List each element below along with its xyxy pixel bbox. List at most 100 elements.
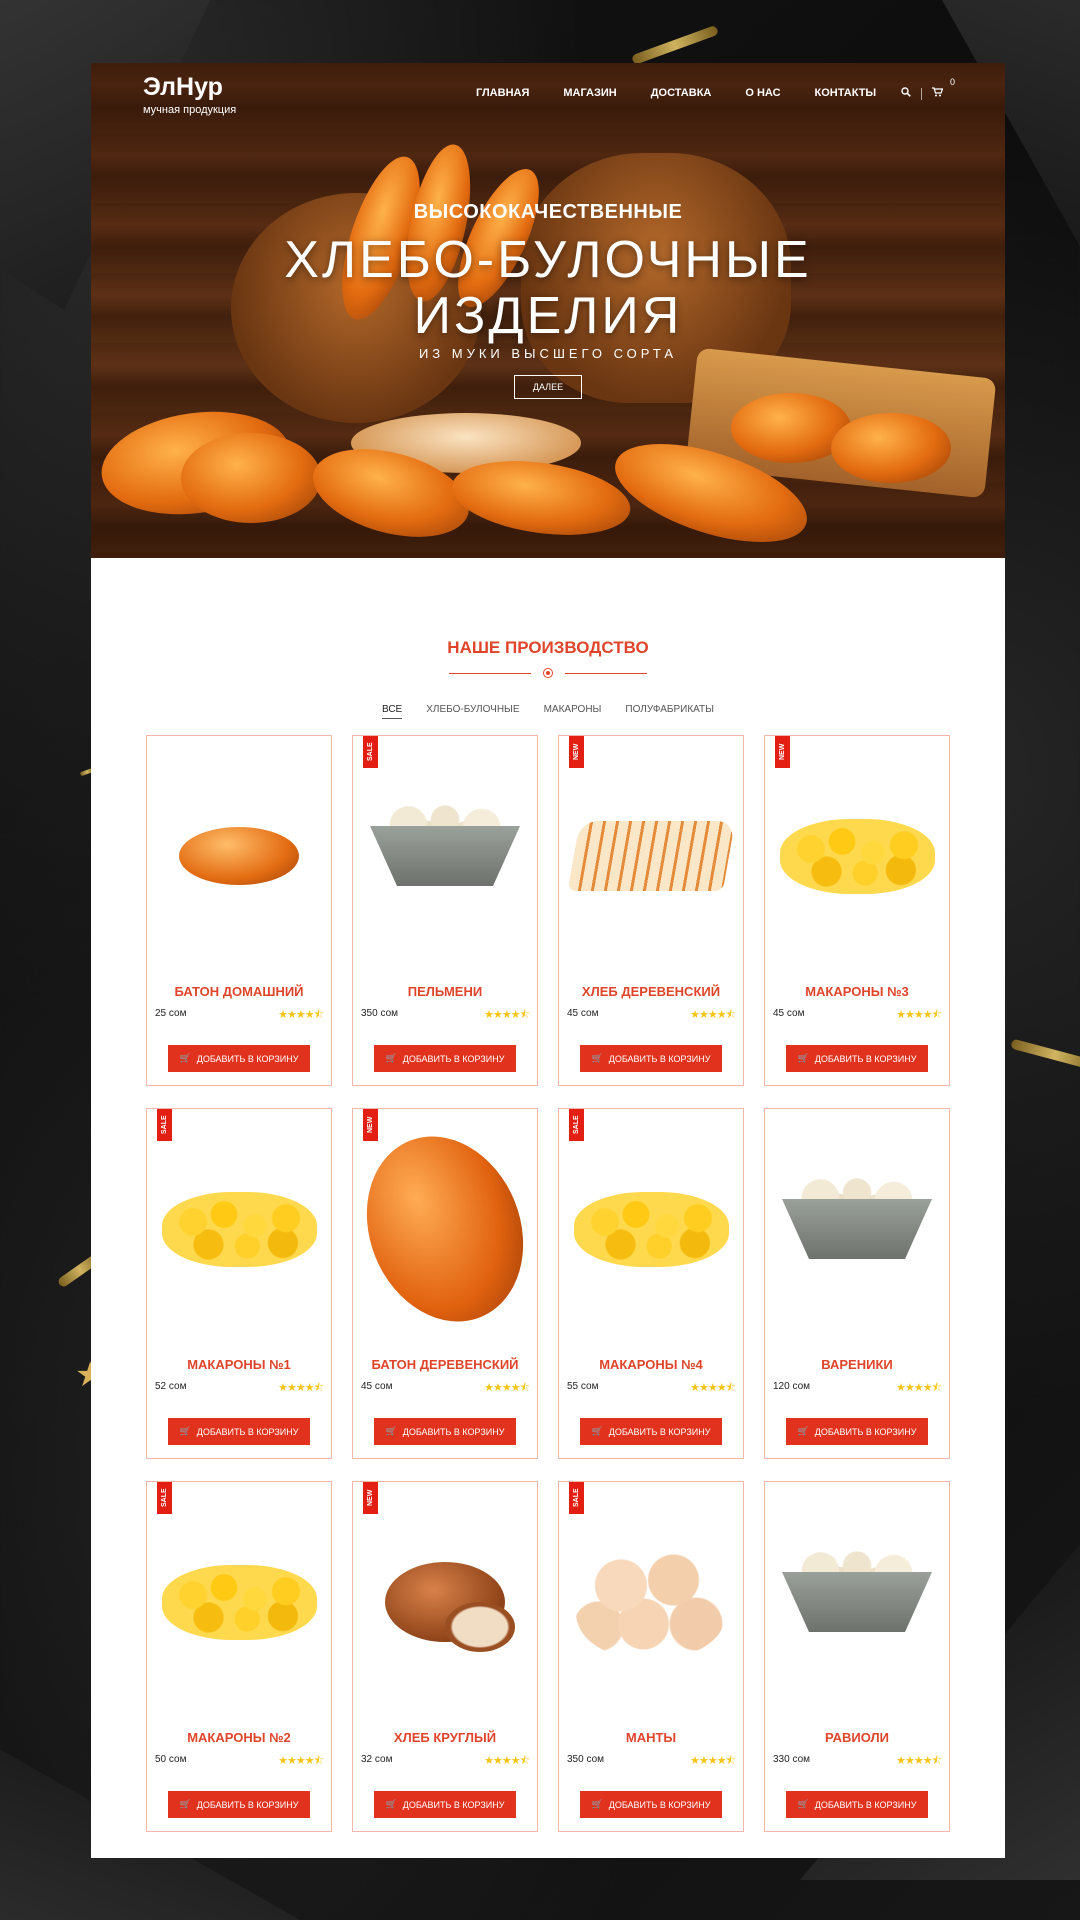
add-to-cart-button[interactable]: 🛒 ДОБАВИТЬ В КОРЗИНУ xyxy=(786,1791,928,1818)
product-price: 55 сом xyxy=(567,1381,599,1392)
add-to-cart-button[interactable]: 🛒 ДОБАВИТЬ В КОРЗИНУ xyxy=(786,1045,928,1072)
add-to-cart-button[interactable]: 🛒 ДОБАВИТЬ В КОРЗИНУ xyxy=(168,1791,310,1818)
add-to-cart-label: ДОБАВИТЬ В КОРЗИНУ xyxy=(196,1053,299,1064)
nav-item-shop[interactable]: МАГАЗИН xyxy=(563,87,616,99)
cart-icon: 🛒 xyxy=(179,1799,191,1809)
product-card[interactable]: SALE МАНТЫ 350 сом ★★★★⯪ 🛒 ДОБАВИТЬ В КОРЗИНУ xyxy=(558,1481,744,1832)
rating-stars-icon: ★★★★⯪ xyxy=(484,1009,530,1021)
rating-stars-icon: ★★★★⯪ xyxy=(690,1382,736,1394)
divider xyxy=(921,87,922,100)
product-name[interactable]: ВАРЕНИКИ xyxy=(765,1357,949,1372)
product-name[interactable]: МАКАРОНЫ №2 xyxy=(147,1730,331,1745)
hero-text: ВЫСОКОКАЧЕСТВЕННЫЕ ХЛЕБО-БУЛОЧНЫЕ ИЗДЕЛИ… xyxy=(91,201,1005,399)
hero-more-button[interactable]: ДАЛЕЕ xyxy=(513,375,583,399)
add-to-cart-label: ДОБАВИТЬ В КОРЗИНУ xyxy=(402,1053,505,1064)
product-name[interactable]: БАТОН ДЕРЕВЕНСКИЙ xyxy=(353,1357,537,1372)
product-card[interactable]: SALE МАКАРОНЫ №4 55 сом ★★★★⯪ 🛒 ДОБАВИТЬ В КО… xyxy=(558,1108,744,1459)
add-to-cart-button[interactable]: 🛒 ДОБАВИТЬ В КОРЗИНУ xyxy=(580,1791,722,1818)
cart-icon: 🛒 xyxy=(797,1053,809,1063)
add-to-cart-button[interactable]: 🛒 ДОБАВИТЬ В КОРЗИНУ xyxy=(168,1045,310,1072)
product-image xyxy=(779,818,935,894)
hero-subtitle: ИЗ МУКИ ВЫСШЕГО СОРТА xyxy=(418,346,678,361)
add-to-cart-label: ДОБАВИТЬ В КОРЗИНУ xyxy=(196,1426,299,1437)
rating-stars-icon: ★★★★⯪ xyxy=(896,1755,942,1767)
product-price: 45 сом xyxy=(773,1008,805,1019)
rating-stars-icon: ★★★★⯪ xyxy=(484,1382,530,1394)
category-filters: ВСЕ ХЛЕБО-БУЛОЧНЫЕ МАКАРОНЫ ПОЛУФАБРИКАТ… xyxy=(91,704,1005,719)
add-to-cart-label: ДОБАВИТЬ В КОРЗИНУ xyxy=(608,1426,711,1437)
product-card[interactable]: SALE МАКАРОНЫ №1 52 сом ★★★★⯪ 🛒 ДОБАВИТЬ В КО… xyxy=(146,1108,332,1459)
title-divider xyxy=(91,668,1005,678)
add-to-cart-label: ДОБАВИТЬ В КОРЗИНУ xyxy=(814,1053,917,1064)
product-price: 32 сом xyxy=(361,1754,393,1765)
croissant-image xyxy=(447,450,635,546)
rating-stars-icon: ★★★★⯪ xyxy=(896,1382,942,1394)
product-image xyxy=(782,1171,932,1259)
website-page: ЭлНур мучная продукция ГЛАВНАЯ МАГАЗИН Д… xyxy=(91,63,1005,1858)
product-price: 50 сом xyxy=(155,1754,187,1765)
rating-stars-icon: ★★★★⯪ xyxy=(690,1009,736,1021)
product-card[interactable]: SALE ПЕЛЬМЕНИ 350 сом ★★★★⯪ 🛒 ДОБАВИТЬ В КОРЗ… xyxy=(352,735,538,1086)
add-to-cart-button[interactable]: 🛒 ДОБАВИТЬ В КОРЗИНУ xyxy=(374,1791,516,1818)
product-card[interactable]: NEW МАКАРОНЫ №3 45 сом ★★★★⯪ 🛒 ДОБАВИТЬ В КОР… xyxy=(764,735,950,1086)
product-image xyxy=(576,1547,726,1657)
add-to-cart-button[interactable]: 🛒 ДОБАВИТЬ В КОРЗИНУ xyxy=(374,1418,516,1445)
logo[interactable]: ЭлНур мучная продукция xyxy=(143,73,236,116)
product-price: 120 сом xyxy=(773,1381,811,1392)
section-title: НАШЕ ПРОИЗВОДСТВО xyxy=(447,638,649,657)
rating-stars-icon: ★★★★⯪ xyxy=(484,1755,530,1767)
add-to-cart-label: ДОБАВИТЬ В КОРЗИНУ xyxy=(608,1053,711,1064)
search-icon[interactable] xyxy=(901,87,911,100)
add-to-cart-label: ДОБАВИТЬ В КОРЗИНУ xyxy=(814,1799,917,1810)
product-name[interactable]: МАНТЫ xyxy=(559,1730,743,1745)
nav-item-home[interactable]: ГЛАВНАЯ xyxy=(476,87,529,99)
rating-stars-icon: ★★★★⯪ xyxy=(278,1755,324,1767)
cart-icon: 🛒 xyxy=(591,1799,603,1809)
product-card[interactable]: БАТОН ДОМАШНИЙ 25 сом ★★★★⯪ 🛒 ДОБАВИТЬ В КОР… xyxy=(146,735,332,1086)
product-card[interactable]: NEW БАТОН ДЕРЕВЕНСКИЙ 45 сом ★★★★⯪ 🛒 ДОБАВИТЬ… xyxy=(339,1108,551,1459)
product-card[interactable]: NEW ХЛЕБ ДЕРЕВЕНСКИЙ 45 сом ★★★★⯪ 🛒 ДОБАВИТЬ … xyxy=(558,735,744,1086)
cart-icon: 🛒 xyxy=(179,1426,191,1436)
hero-title-line1: ХЛЕБО-БУЛОЧНЫЕ xyxy=(284,231,812,289)
add-to-cart-button[interactable]: 🛒 ДОБАВИТЬ В КОРЗИНУ xyxy=(374,1045,516,1072)
cart-icon: 🛒 xyxy=(797,1799,809,1809)
filter-semi-finished[interactable]: ПОЛУФАБРИКАТЫ xyxy=(625,704,714,719)
product-name[interactable]: ХЛЕБ КРУГЛЫЙ xyxy=(353,1730,537,1745)
add-to-cart-button[interactable]: 🛒 ДОБАВИТЬ В КОРЗИНУ xyxy=(580,1045,722,1072)
add-to-cart-button[interactable]: 🛒 ДОБАВИТЬ В КОРЗИНУ xyxy=(580,1418,722,1445)
nav-item-delivery[interactable]: ДОСТАВКА xyxy=(651,87,712,99)
product-card[interactable]: NEW ХЛЕБ КРУГЛЫЙ 32 сом ★★★★⯪ 🛒 ДОБАВИТЬ В КО… xyxy=(352,1481,538,1832)
nav-item-about[interactable]: О НАС xyxy=(745,87,780,99)
product-name[interactable]: РАВИОЛИ xyxy=(765,1730,949,1745)
product-image xyxy=(161,1564,317,1640)
cart-icon[interactable]: 0 xyxy=(932,77,955,100)
product-price: 350 сом xyxy=(361,1008,399,1019)
product-card[interactable]: ВАРЕНИКИ 120 сом ★★★★⯪ 🛒 ДОБАВИТЬ В КОРЗИНУ xyxy=(764,1108,950,1459)
gold-ribbon xyxy=(1010,1038,1080,1072)
product-name[interactable]: МАКАРОНЫ №3 xyxy=(765,984,949,999)
cart-icon: 🛒 xyxy=(591,1053,603,1063)
add-to-cart-button[interactable]: 🛒 ДОБАВИТЬ В КОРЗИНУ xyxy=(168,1418,310,1445)
product-name[interactable]: ПЕЛЬМЕНИ xyxy=(353,984,537,999)
add-to-cart-label: ДОБАВИТЬ В КОРЗИНУ xyxy=(196,1799,299,1810)
nav-item-contacts[interactable]: КОНТАКТЫ xyxy=(815,87,877,99)
product-price: 330 сом xyxy=(773,1754,811,1765)
filter-pasta[interactable]: МАКАРОНЫ xyxy=(544,704,602,719)
filter-all[interactable]: ВСЕ xyxy=(382,704,403,719)
product-name[interactable]: ХЛЕБ ДЕРЕВЕНСКИЙ xyxy=(559,984,743,999)
filter-bakery[interactable]: ХЛЕБО-БУЛОЧНЫЕ xyxy=(426,704,519,719)
product-name[interactable]: МАКАРОНЫ №1 xyxy=(147,1357,331,1372)
divider-dot-icon xyxy=(543,668,553,678)
cart-icon: 🛒 xyxy=(385,1426,397,1436)
bread-image xyxy=(181,433,321,523)
hero-pretitle: ВЫСОКОКАЧЕСТВЕННЫЕ xyxy=(413,201,683,223)
product-card[interactable]: РАВИОЛИ 330 сом ★★★★⯪ 🛒 ДОБАВИТЬ В КОРЗИНУ xyxy=(764,1481,950,1832)
product-price: 25 сом xyxy=(155,1008,187,1019)
add-to-cart-button[interactable]: 🛒 ДОБАВИТЬ В КОРЗИНУ xyxy=(786,1418,928,1445)
cart-icon: 🛒 xyxy=(385,1799,397,1809)
gold-ribbon xyxy=(631,24,719,66)
product-name[interactable]: МАКАРОНЫ №4 xyxy=(559,1357,743,1372)
product-image xyxy=(782,1544,932,1632)
product-card[interactable]: SALE МАКАРОНЫ №2 50 сом ★★★★⯪ 🛒 ДОБАВИТЬ В КО… xyxy=(146,1481,332,1832)
product-name[interactable]: БАТОН ДОМАШНИЙ xyxy=(147,984,331,999)
